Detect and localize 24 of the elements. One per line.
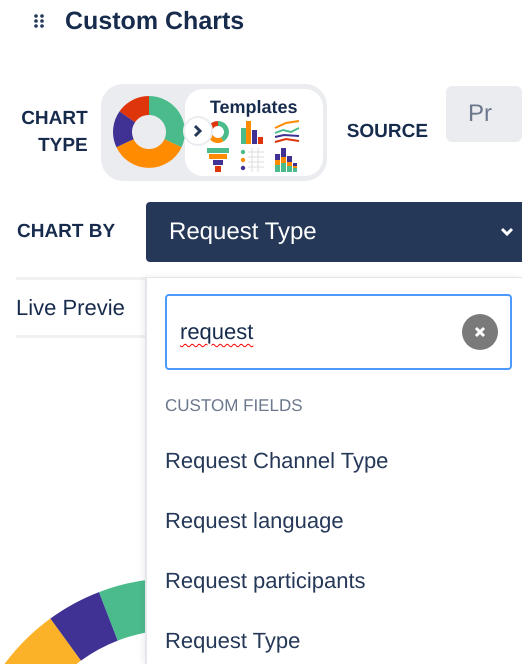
chevron-down-icon xyxy=(500,227,514,237)
drag-handle-icon[interactable] xyxy=(33,13,45,29)
bar-chart-icon xyxy=(240,120,264,144)
chart-type-picker[interactable]: Templates xyxy=(100,84,327,180)
funnel-chart-icon xyxy=(206,148,230,172)
source-field[interactable]: Pr xyxy=(446,86,522,142)
page-title: Custom Charts xyxy=(65,6,244,36)
line-chart-icon xyxy=(274,120,300,144)
menu-option[interactable]: Request participants xyxy=(165,551,512,611)
stacked-bar-chart-icon xyxy=(274,148,298,172)
menu-option[interactable]: Request Channel Type xyxy=(165,431,512,491)
chart-by-select[interactable]: Request Type xyxy=(146,202,522,262)
table-icon xyxy=(240,148,264,172)
live-preview-label[interactable]: Live Previe xyxy=(16,294,125,320)
search-field[interactable]: request xyxy=(165,294,512,370)
group-heading: CUSTOM FIELDS xyxy=(165,396,304,417)
clear-icon[interactable] xyxy=(462,314,498,350)
chart-type-label: CHART TYPE xyxy=(20,107,88,158)
source-label: SOURCE xyxy=(346,121,428,143)
menu-option[interactable]: Request Type xyxy=(165,611,512,664)
templates-label: Templates xyxy=(210,96,298,118)
donut-chart-icon xyxy=(112,96,185,168)
chart-by-label: CHART BY xyxy=(17,221,116,243)
menu-option[interactable]: Request language xyxy=(165,491,512,551)
